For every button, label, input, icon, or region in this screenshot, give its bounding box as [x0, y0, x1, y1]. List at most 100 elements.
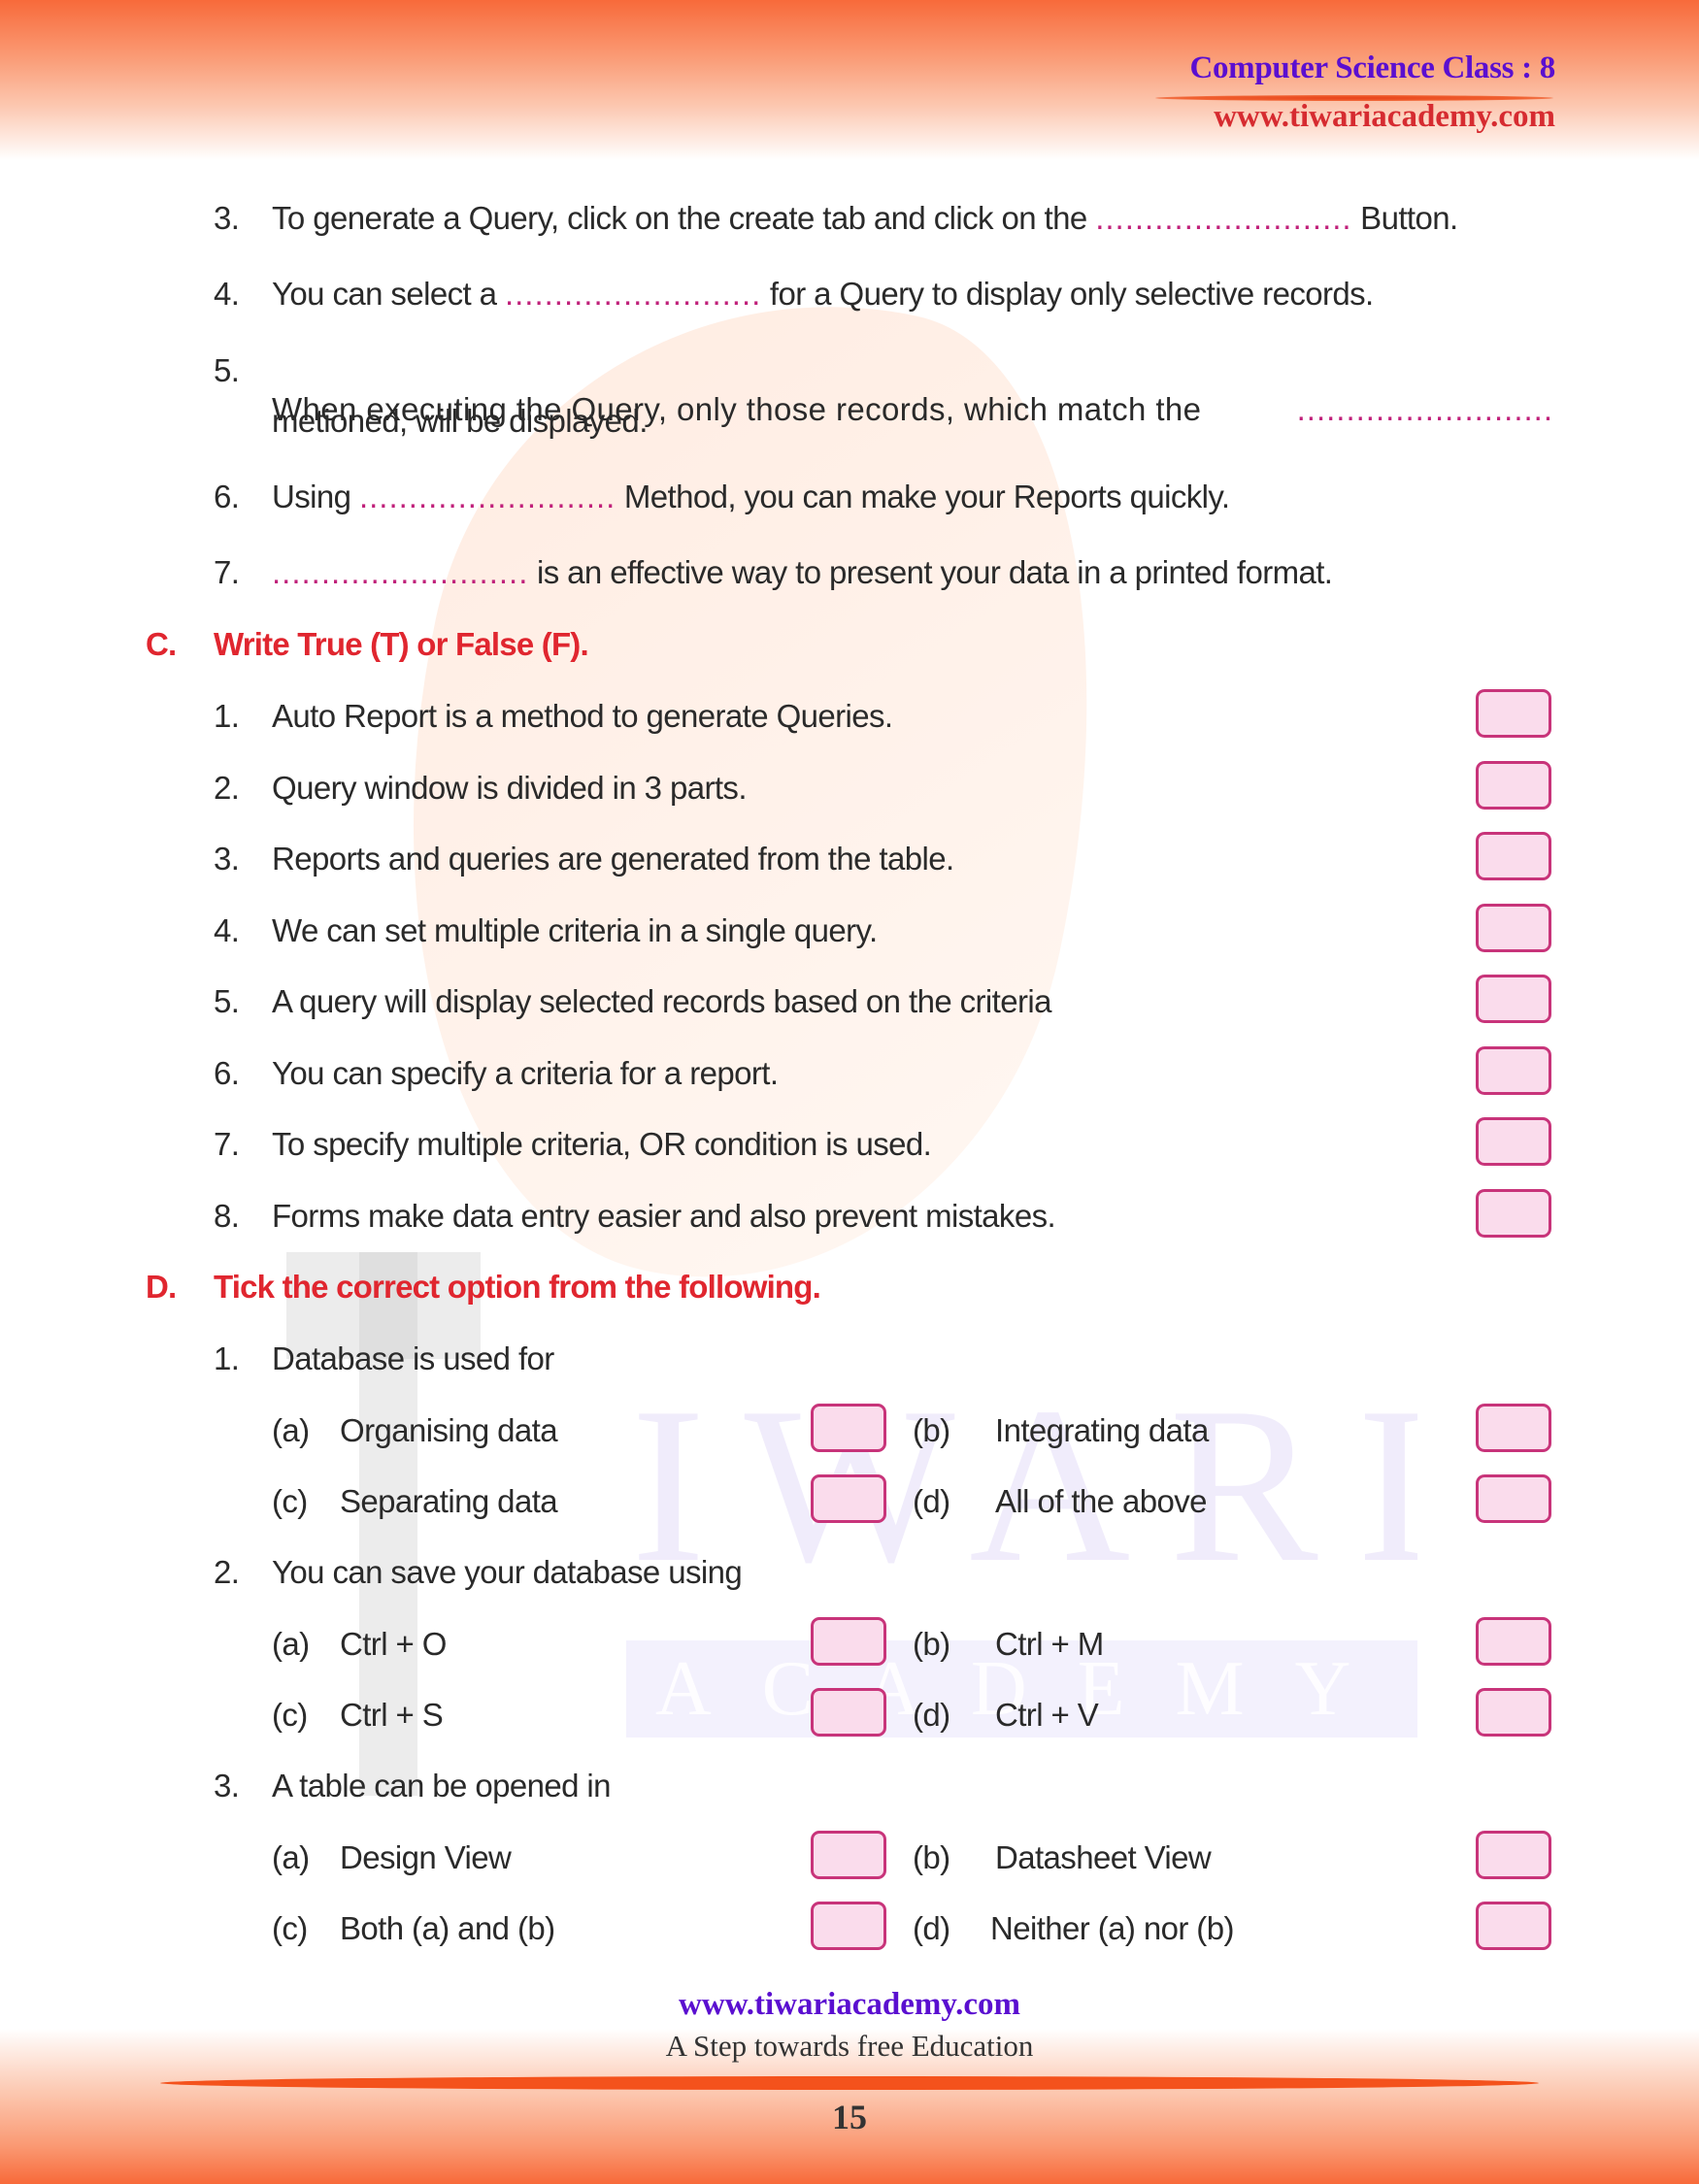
- text-after: Button.: [1351, 200, 1458, 236]
- item-text: To generate a Query, click on the create…: [272, 199, 1458, 238]
- option-checkbox[interactable]: [811, 1902, 886, 1950]
- answer-box[interactable]: [1476, 1046, 1551, 1095]
- fill-blank-item: 3. To generate a Query, click on the cre…: [214, 199, 1458, 238]
- item-number: 8.: [214, 1198, 240, 1234]
- option-label: (c): [272, 1910, 308, 1946]
- statement-text: Query window is divided in 3 parts.: [272, 770, 748, 806]
- section-c-letter: C.: [146, 626, 177, 662]
- blank-line[interactable]: ..........................: [505, 276, 761, 312]
- footer-divider: [160, 2076, 1539, 2090]
- item-text: You can select a .......................…: [272, 275, 1374, 314]
- item-number: 6.: [214, 479, 240, 514]
- option-label: (c): [272, 1483, 308, 1519]
- option-label: (b): [913, 1412, 950, 1448]
- footer-tagline: A Step towards free Education: [665, 2029, 1034, 2063]
- item-number: 5.: [214, 352, 240, 388]
- section-d-title: Tick the correct option from the followi…: [214, 1269, 821, 1305]
- item-number: 4.: [214, 912, 240, 948]
- text-after: for a Query to display only selective re…: [761, 276, 1374, 312]
- page-number: 15: [832, 2098, 867, 2136]
- blank-line[interactable]: ..........................: [1297, 390, 1553, 429]
- item-number: 5.: [214, 983, 240, 1019]
- option-label: (c): [272, 1697, 308, 1733]
- option-label: (d): [913, 1483, 950, 1519]
- option-checkbox[interactable]: [1476, 1902, 1551, 1950]
- option-checkbox[interactable]: [1476, 1474, 1551, 1523]
- question-number: 3.: [214, 1768, 240, 1803]
- item-number: 7.: [214, 1126, 240, 1162]
- option-text: Separating data: [340, 1483, 558, 1519]
- answer-box[interactable]: [1476, 761, 1551, 810]
- option-checkbox[interactable]: [811, 1617, 886, 1666]
- item-number: 3.: [214, 200, 240, 236]
- statement-text: We can set multiple criteria in a single…: [272, 912, 878, 948]
- option-label: (d): [913, 1697, 950, 1733]
- option-label: (a): [272, 1412, 310, 1448]
- answer-box[interactable]: [1476, 832, 1551, 880]
- option-text: Integrating data: [995, 1412, 1209, 1448]
- item-number: 1.: [214, 698, 240, 734]
- item-number: 3.: [214, 841, 240, 877]
- statement-text: Auto Report is a method to generate Quer…: [272, 698, 893, 734]
- fill-blank-item: 4. You can select a ....................…: [214, 275, 1374, 314]
- answer-box[interactable]: [1476, 1117, 1551, 1166]
- fill-blank-item: 7. .......................... is an effe…: [214, 553, 1333, 592]
- answer-box[interactable]: [1476, 1189, 1551, 1238]
- option-text: Design View: [340, 1839, 512, 1875]
- item-text: .......................... is an effecti…: [272, 553, 1333, 592]
- section-c-title: Write True (T) or False (F).: [214, 626, 589, 662]
- option-label: (b): [913, 1626, 950, 1662]
- question-number: 1.: [214, 1340, 240, 1376]
- section-d-letter: D.: [146, 1269, 177, 1305]
- blank-line[interactable]: ..........................: [1095, 200, 1351, 236]
- item-number: 6.: [214, 1055, 240, 1091]
- option-text: Both (a) and (b): [340, 1910, 555, 1946]
- option-label: (a): [272, 1839, 310, 1875]
- option-checkbox[interactable]: [1476, 1688, 1551, 1737]
- question-number: 2.: [214, 1554, 240, 1590]
- option-label: (a): [272, 1626, 310, 1662]
- option-text: Organising data: [340, 1412, 558, 1448]
- text-after: Method, you can make your Reports quickl…: [616, 479, 1230, 514]
- option-checkbox[interactable]: [1476, 1404, 1551, 1452]
- option-checkbox[interactable]: [811, 1831, 886, 1879]
- option-text: Datasheet View: [995, 1839, 1212, 1875]
- question-text: Database is used for: [272, 1340, 554, 1376]
- text-after: is an effective way to present your data…: [528, 554, 1333, 590]
- fill-blank-item: 6. Using .......................... Meth…: [214, 478, 1230, 516]
- option-label: (b): [913, 1839, 950, 1875]
- item-number: 7.: [214, 554, 240, 590]
- text-before: You can select a: [272, 276, 505, 312]
- option-text: Ctrl + V: [995, 1697, 1099, 1733]
- question-text: A table can be opened in: [272, 1768, 612, 1803]
- statement-text: To specify multiple criteria, OR conditi…: [272, 1126, 932, 1162]
- fill-blank-item: 5. When executing the Query, only those …: [214, 351, 1553, 427]
- item-number: 2.: [214, 770, 240, 806]
- option-checkbox[interactable]: [1476, 1831, 1551, 1879]
- statement-text: You can specify a criteria for a report.: [272, 1055, 779, 1091]
- blank-line[interactable]: ..........................: [359, 479, 616, 514]
- option-checkbox[interactable]: [1476, 1617, 1551, 1666]
- blank-line[interactable]: ..........................: [272, 554, 528, 590]
- text-before: Using: [272, 479, 359, 514]
- footer-url[interactable]: www.tiwariacademy.com: [0, 1987, 1699, 2023]
- option-label: (d): [913, 1910, 950, 1946]
- option-text: All of the above: [995, 1483, 1207, 1519]
- option-checkbox[interactable]: [811, 1474, 886, 1523]
- option-checkbox[interactable]: [811, 1688, 886, 1737]
- answer-box[interactable]: [1476, 689, 1551, 738]
- option-checkbox[interactable]: [811, 1404, 886, 1452]
- statement-text: Forms make data entry easier and also pr…: [272, 1198, 1056, 1234]
- fill-blank-continuation: metioned, will be displayed.: [272, 403, 648, 439]
- statement-text: Reports and queries are generated from t…: [272, 841, 954, 877]
- option-text: Ctrl + O: [340, 1626, 447, 1662]
- option-text: Neither (a) nor (b): [990, 1910, 1234, 1946]
- text-before: To generate a Query, click on the create…: [272, 200, 1096, 236]
- answer-box[interactable]: [1476, 904, 1551, 952]
- answer-box[interactable]: [1476, 975, 1551, 1023]
- question-text: You can save your database using: [272, 1554, 743, 1590]
- option-text: Ctrl + M: [995, 1626, 1104, 1662]
- statement-text: A query will display selected records ba…: [272, 983, 1051, 1019]
- option-text: Ctrl + S: [340, 1697, 444, 1733]
- item-number: 4.: [214, 276, 240, 312]
